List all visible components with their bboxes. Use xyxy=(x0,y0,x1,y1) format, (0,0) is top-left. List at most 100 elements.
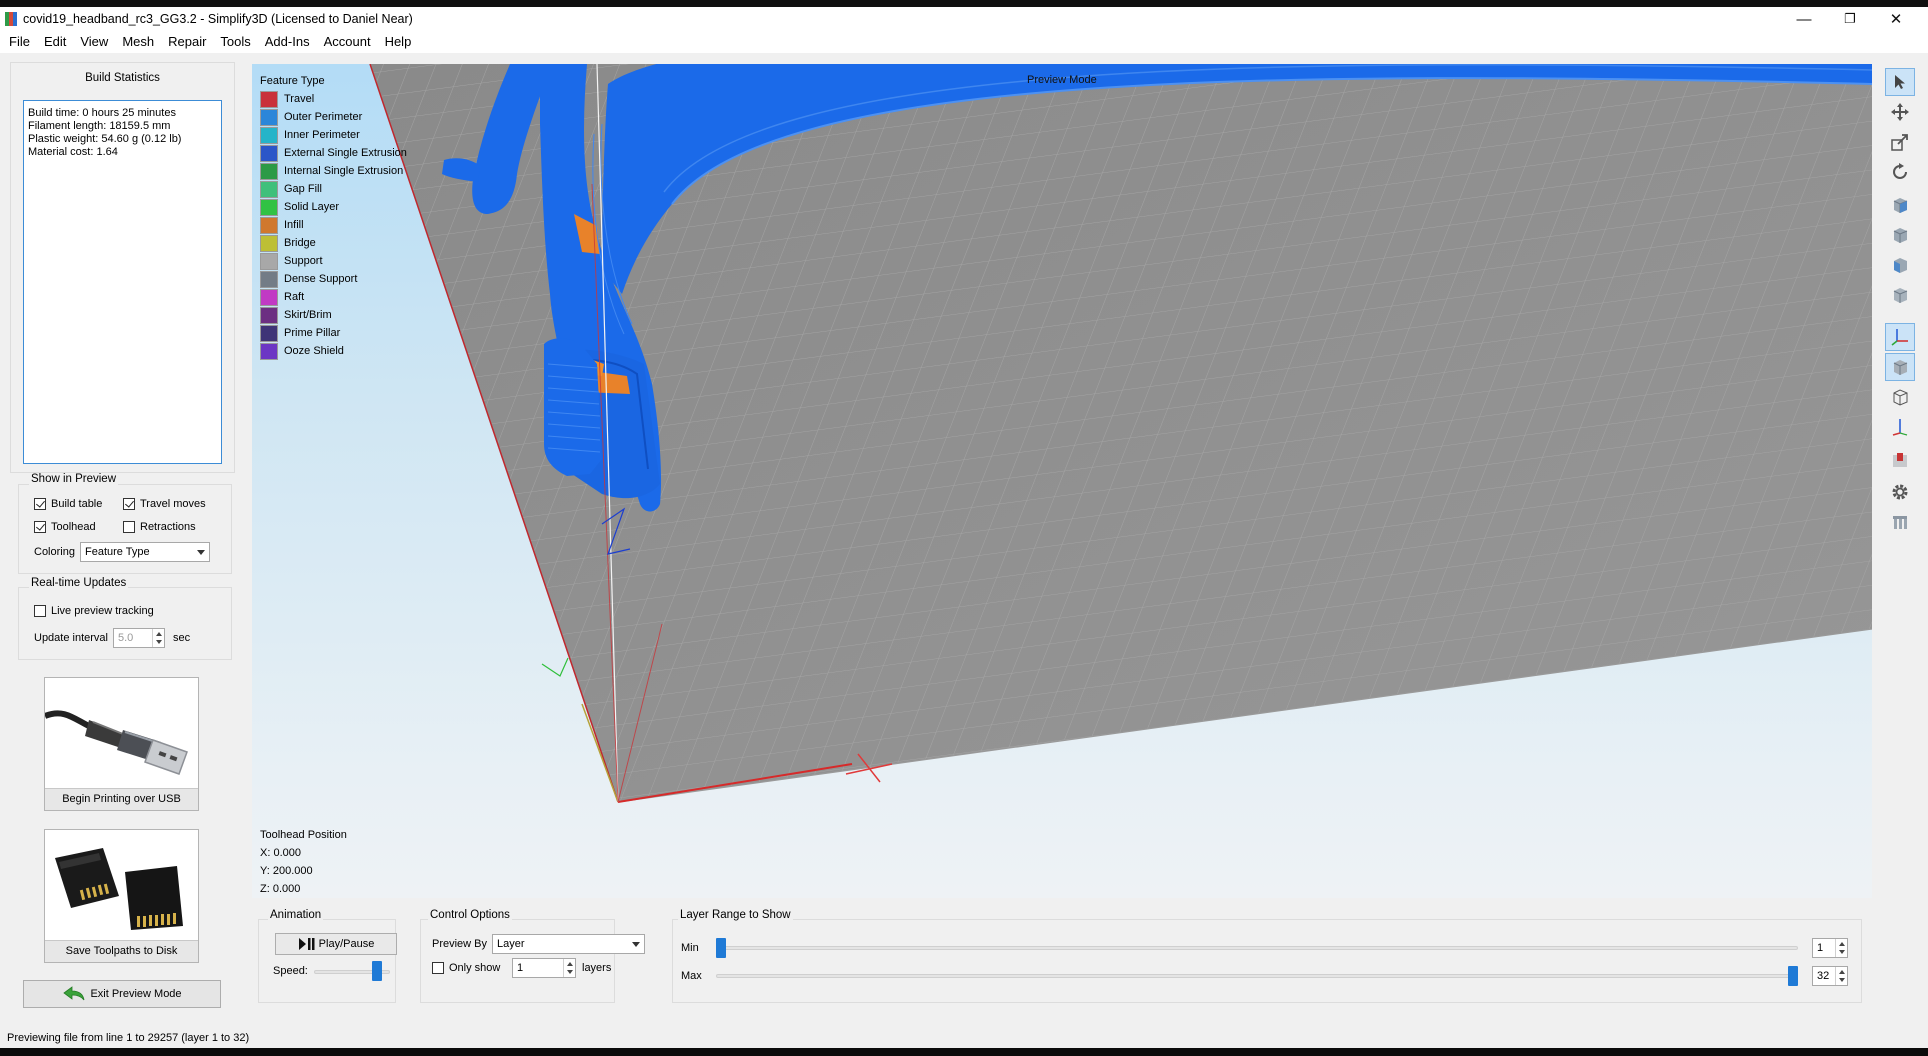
legend-label: Inner Perimeter xyxy=(284,129,360,141)
3d-preview-viewport[interactable]: Feature Type Travel Outer Perimeter Inner … xyxy=(252,64,1872,898)
layer-max-spinner[interactable] xyxy=(1835,967,1847,985)
layer-min-slider-track[interactable] xyxy=(716,946,1798,950)
retractions-label: Retractions xyxy=(140,521,196,533)
scale-icon xyxy=(1891,134,1908,151)
printer-icon xyxy=(1893,453,1907,467)
legend-item: Skirt/Brim xyxy=(260,306,407,324)
support-tool-button[interactable] xyxy=(1885,508,1915,536)
move-tool-button[interactable] xyxy=(1885,98,1915,126)
play-pause-button[interactable]: Play/Pause xyxy=(275,933,397,955)
update-interval-spinner[interactable] xyxy=(152,629,164,647)
bottom-panel: Animation Play/Pause Speed: Control Opti… xyxy=(250,909,1875,1021)
toolhead-toggle[interactable]: Toolhead xyxy=(34,521,96,533)
layer-max-label: Max xyxy=(681,970,702,982)
update-interval-label: Update interval xyxy=(34,632,108,644)
solid-view-button[interactable] xyxy=(1885,353,1915,381)
left-panel: Build Statistics Build time: 0 hours 25 … xyxy=(10,62,235,1020)
update-interval-field[interactable]: 5.0 xyxy=(113,628,165,648)
travel-moves-toggle[interactable]: Travel moves xyxy=(123,498,206,510)
scale-tool-button[interactable] xyxy=(1885,128,1915,156)
select-tool-button[interactable] xyxy=(1885,68,1915,96)
menu-add-ins[interactable]: Add-Ins xyxy=(258,31,317,53)
view-front-button[interactable] xyxy=(1885,191,1915,219)
app-logo-icon xyxy=(5,12,17,26)
layer-min-slider-handle[interactable] xyxy=(716,938,726,958)
begin-printing-usb-button[interactable]: Begin Printing over USB xyxy=(43,677,199,811)
menu-mesh[interactable]: Mesh xyxy=(115,31,161,53)
menu-repair[interactable]: Repair xyxy=(161,31,213,53)
live-preview-tracking-toggle[interactable]: Live preview tracking xyxy=(34,605,154,617)
menu-account[interactable]: Account xyxy=(317,31,378,53)
toolhead-checkbox[interactable] xyxy=(34,521,46,533)
legend-label: Infill xyxy=(284,219,304,231)
minimize-button[interactable]: — xyxy=(1781,7,1827,31)
view-left-button[interactable] xyxy=(1885,251,1915,279)
menu-view[interactable]: View xyxy=(73,31,115,53)
legend-label: Dense Support xyxy=(284,273,358,285)
legend-swatch xyxy=(260,126,278,144)
layer-max-field[interactable]: 32 xyxy=(1812,966,1848,986)
preview-by-select[interactable]: Layer xyxy=(492,934,645,954)
layers-unit-label: layers xyxy=(582,962,612,974)
right-toolbar xyxy=(1885,68,1915,538)
exit-preview-mode-button[interactable]: Exit Preview Mode xyxy=(23,980,221,1008)
settings-button[interactable] xyxy=(1885,478,1915,506)
build-table-toggle[interactable]: Build table xyxy=(34,498,102,510)
travel-moves-checkbox[interactable] xyxy=(123,498,135,510)
legend-label: Bridge xyxy=(284,237,316,249)
legend-item: Outer Perimeter xyxy=(260,108,407,126)
legend-item: Travel xyxy=(260,90,407,108)
legend-item: Internal Single Extrusion xyxy=(260,162,407,180)
retractions-checkbox[interactable] xyxy=(123,521,135,533)
print-settings-button[interactable] xyxy=(1885,446,1915,474)
save-toolpaths-disk-label: Save Toolpaths to Disk xyxy=(45,940,198,962)
rotate-tool-button[interactable] xyxy=(1885,158,1915,186)
layer-min-label: Min xyxy=(681,942,699,954)
menu-edit[interactable]: Edit xyxy=(37,31,73,53)
build-table-checkbox[interactable] xyxy=(34,498,46,510)
menu-tools[interactable]: Tools xyxy=(213,31,257,53)
only-show-toggle[interactable]: Only show xyxy=(432,962,500,974)
legend-swatch xyxy=(260,180,278,198)
status-bar: Previewing file from line 1 to 29257 (la… xyxy=(0,1027,1928,1048)
layer-min-value: 1 xyxy=(1817,942,1824,954)
layer-max-slider-track[interactable] xyxy=(716,974,1798,978)
speed-slider-handle[interactable] xyxy=(372,961,383,981)
cube-back-icon xyxy=(1893,228,1908,243)
legend-item: Infill xyxy=(260,216,407,234)
legend-item: Dense Support xyxy=(260,270,407,288)
stat-filament-length: Filament length: 18159.5 mm xyxy=(28,120,171,132)
layer-min-field[interactable]: 1 xyxy=(1812,938,1848,958)
feature-type-legend-title: Feature Type xyxy=(260,75,325,87)
usb-cable-icon xyxy=(43,710,188,775)
layer-max-slider-handle[interactable] xyxy=(1788,966,1798,986)
update-interval-unit: sec xyxy=(173,632,191,644)
legend-swatch xyxy=(260,324,278,342)
animation-title: Animation xyxy=(268,909,324,921)
save-toolpaths-disk-button[interactable]: Save Toolpaths to Disk xyxy=(44,829,199,963)
coloring-select[interactable]: Feature Type xyxy=(80,542,210,562)
legend-label: External Single Extrusion xyxy=(284,147,407,159)
close-button[interactable]: ✕ xyxy=(1873,7,1919,31)
show-axes-button[interactable] xyxy=(1885,323,1915,351)
only-show-layers-field[interactable]: 1 xyxy=(512,958,576,978)
wireframe-view-button[interactable] xyxy=(1885,383,1915,411)
retractions-toggle[interactable]: Retractions xyxy=(123,521,196,533)
legend-swatch xyxy=(260,108,278,126)
view-back-button[interactable] xyxy=(1885,221,1915,249)
toolhead-y: Y: 200.000 xyxy=(260,865,313,877)
cube-wireframe-icon xyxy=(1893,389,1908,406)
menu-file[interactable]: File xyxy=(2,31,37,53)
cross-section-button[interactable] xyxy=(1885,413,1915,441)
layer-min-spinner[interactable] xyxy=(1835,939,1847,957)
realtime-updates-group xyxy=(18,587,232,660)
print-preview-scene[interactable] xyxy=(252,64,1872,898)
cursor-arrow-icon xyxy=(1895,75,1905,89)
legend-item: Ooze Shield xyxy=(260,342,407,360)
only-show-checkbox[interactable] xyxy=(432,962,444,974)
menu-help[interactable]: Help xyxy=(378,31,419,53)
view-right-button[interactable] xyxy=(1885,281,1915,309)
only-show-layers-spinner[interactable] xyxy=(563,959,575,977)
maximize-button[interactable]: ❐ xyxy=(1827,7,1873,31)
live-preview-tracking-checkbox[interactable] xyxy=(34,605,46,617)
